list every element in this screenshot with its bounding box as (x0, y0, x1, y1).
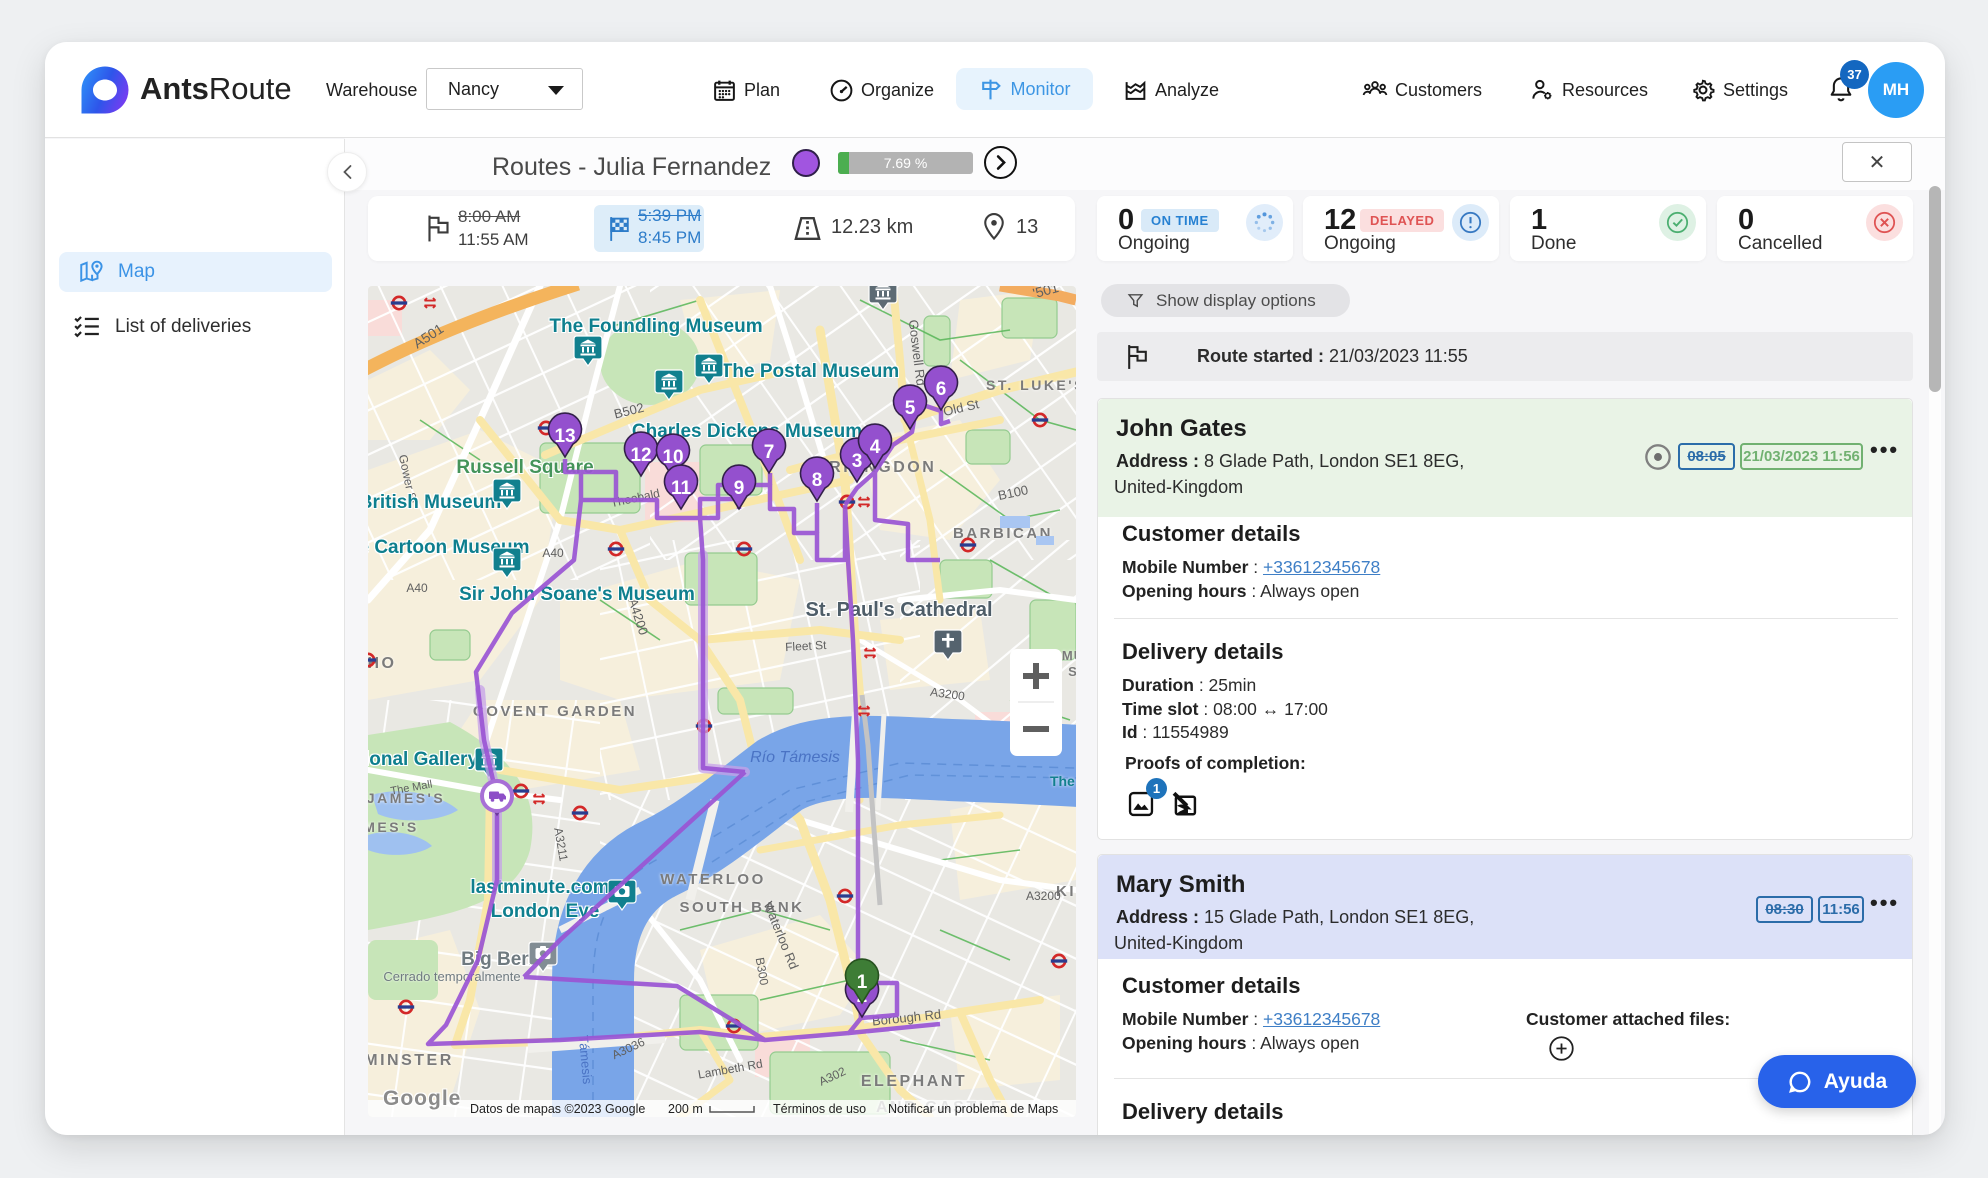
svg-text:Russell Square: Russell Square (456, 457, 593, 478)
svg-text:ELEPHANT: ELEPHANT (861, 1073, 967, 1090)
svg-text:13: 13 (554, 426, 575, 447)
svg-text:Términos de uso: Términos de uso (773, 1102, 866, 1116)
svg-text:A40: A40 (542, 546, 564, 560)
svg-text:The Postal Museum: The Postal Museum (721, 361, 899, 382)
svg-text:8: 8 (812, 470, 823, 491)
svg-text:MES'S: MES'S (368, 819, 419, 835)
svg-text:ST. LUKE'S: ST. LUKE'S (986, 377, 1076, 393)
svg-text:S: S (1068, 664, 1076, 679)
svg-text:6: 6 (936, 379, 947, 400)
svg-text:WATERLOO: WATERLOO (660, 871, 766, 888)
svg-text:7: 7 (764, 442, 775, 463)
svg-text:St. Paul's Cathedral: St. Paul's Cathedral (805, 599, 992, 621)
svg-text:Sir John Soane's Museum: Sir John Soane's Museum (459, 584, 695, 605)
svg-text:5: 5 (905, 398, 916, 419)
svg-text:COVENT GARDEN: COVENT GARDEN (473, 703, 637, 720)
svg-text:ional Gallery: ional Gallery (368, 749, 478, 770)
svg-text:The Foundling Museum: The Foundling Museum (549, 316, 762, 337)
svg-text:The S: The S (1050, 773, 1076, 789)
svg-text:MU: MU (1062, 648, 1076, 663)
svg-text:British Museum: British Museum (368, 492, 501, 513)
svg-text:11: 11 (671, 478, 692, 499)
svg-text:200 m: 200 m (668, 1102, 703, 1116)
svg-text:Datos de mapas ©2023 Google: Datos de mapas ©2023 Google (470, 1102, 645, 1116)
svg-text:MINSTER: MINSTER (368, 1052, 454, 1069)
svg-text:3: 3 (852, 451, 863, 472)
svg-text:12: 12 (630, 445, 651, 466)
svg-text:Cerrado temporalmente: Cerrado temporalmente (383, 969, 520, 984)
svg-text:Notificar un problema de Maps: Notificar un problema de Maps (888, 1102, 1058, 1116)
svg-text:4: 4 (870, 437, 881, 458)
svg-text:A3200: A3200 (1026, 889, 1061, 903)
svg-text:Google: Google (383, 1087, 461, 1110)
svg-text:Fleet St: Fleet St (785, 638, 828, 654)
svg-text:A40: A40 (406, 581, 428, 595)
svg-text:9: 9 (734, 478, 745, 499)
svg-text:Big Ben: Big Ben (461, 949, 533, 970)
svg-text:Río Támesis: Río Támesis (750, 749, 840, 766)
svg-text:1: 1 (857, 972, 868, 993)
svg-text:SOUTH BANK: SOUTH BANK (680, 899, 805, 916)
